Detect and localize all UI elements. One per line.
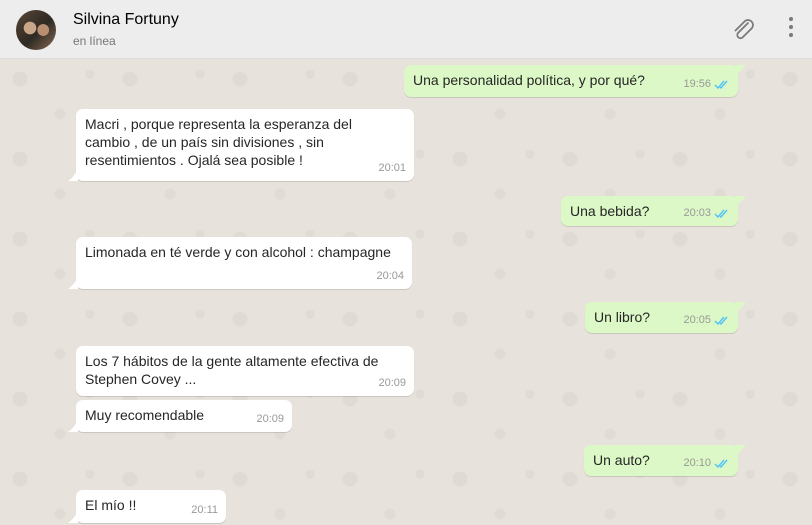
read-ticks-icon — [714, 459, 728, 468]
message-time: 20:03 — [683, 207, 711, 219]
message-time: 20:09 — [256, 413, 284, 425]
message-incoming[interactable]: Los 7 hábitos de la gente altamente efec… — [76, 346, 414, 396]
paperclip-icon[interactable] — [731, 18, 757, 42]
message-incoming[interactable]: El mío !! 20:11 — [68, 490, 226, 523]
message-time: 20:11 — [191, 504, 218, 516]
kebab-menu-icon[interactable] — [787, 17, 795, 41]
message-outgoing[interactable]: Un libro? 20:05 — [585, 302, 746, 333]
chat-header: Silvina Fortuny en línea — [0, 0, 812, 59]
message-list[interactable]: Una personalidad política, y por qué? 19… — [0, 59, 812, 525]
message-time: 20:04 — [376, 270, 404, 282]
message-text: Muy recomendable — [85, 407, 205, 423]
read-ticks-icon — [714, 80, 728, 89]
bubble-tail — [736, 302, 746, 313]
bubble-tail — [736, 445, 746, 456]
message-text: Limonada en té verde y con alcohol : cha… — [85, 244, 391, 260]
message-time: 20:10 — [683, 457, 711, 469]
bubble-tail — [68, 169, 78, 181]
message-time: 20:01 — [378, 162, 406, 174]
read-ticks-icon — [714, 316, 728, 325]
message-outgoing[interactable]: Un auto? 20:10 — [584, 445, 746, 476]
message-time: 20:05 — [683, 314, 711, 326]
message-incoming[interactable]: Macri , porque representa la esperanza d… — [68, 109, 414, 181]
contact-avatar[interactable] — [16, 10, 56, 50]
contact-name[interactable]: Silvina Fortuny — [73, 11, 179, 29]
message-text: Los 7 hábitos de la gente altamente efec… — [85, 353, 379, 387]
message-time: 20:09 — [378, 377, 406, 389]
message-text: Una personalidad política, y por qué? — [413, 72, 645, 88]
read-ticks-icon — [714, 209, 728, 218]
bubble-tail — [68, 420, 78, 432]
message-outgoing[interactable]: Una personalidad política, y por qué? 19… — [404, 65, 746, 97]
message-time: 19:56 — [683, 78, 711, 90]
bubble-tail — [68, 277, 78, 289]
message-incoming[interactable]: Muy recomendable 20:09 — [68, 400, 292, 432]
message-outgoing[interactable]: Una bebida? 20:03 — [561, 196, 746, 226]
message-incoming[interactable]: Limonada en té verde y con alcohol : cha… — [68, 237, 412, 289]
bubble-tail — [736, 65, 746, 76]
message-text: Macri , porque representa la esperanza d… — [85, 116, 352, 168]
bubble-tail — [736, 196, 746, 207]
bubble-tail — [68, 511, 78, 523]
contact-status: en línea — [73, 34, 116, 48]
